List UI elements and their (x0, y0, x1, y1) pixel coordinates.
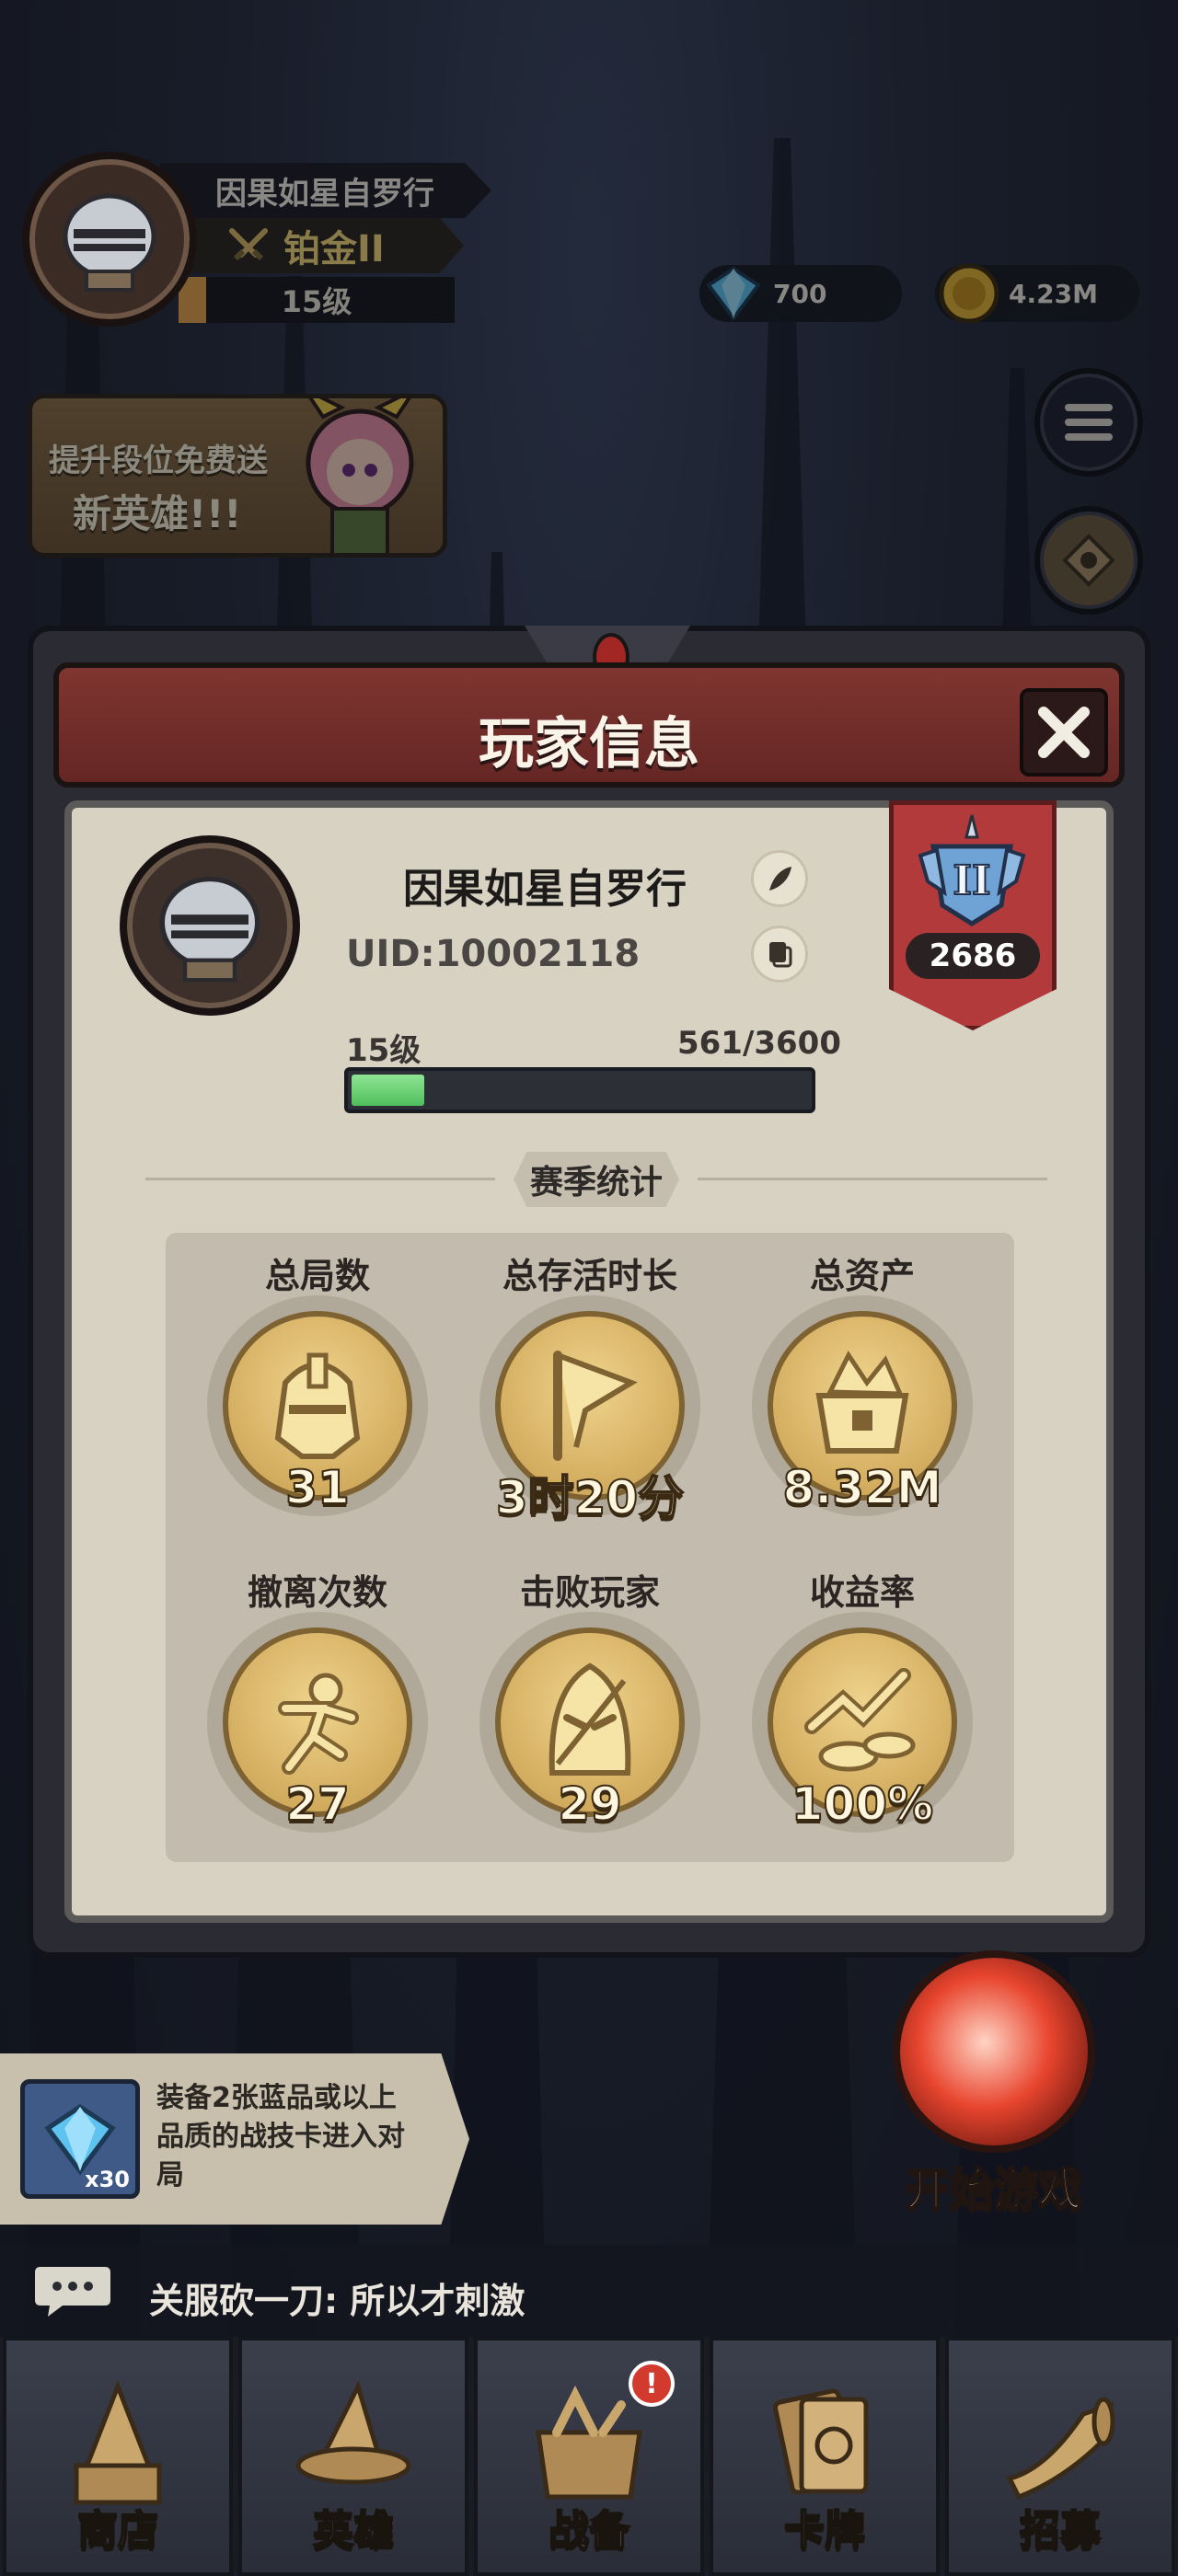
hero-hat-icon (295, 2380, 411, 2485)
nav-hero[interactable]: 英雄 (238, 2337, 468, 2576)
stat-label: 击败玩家 (519, 1572, 660, 1613)
nav-equipment[interactable]: ! 战备 (474, 2337, 704, 2576)
quest-banner[interactable]: x30 装备2张蓝品或以上品质的战技卡进入对局 (0, 2053, 469, 2225)
start-game-label: 开始游戏 (905, 2163, 1083, 2216)
rank-crest-icon: II (918, 814, 1026, 926)
close-button[interactable] (1020, 688, 1108, 776)
divider-left (145, 1178, 495, 1180)
quest-text: 装备2张蓝品或以上品质的战技卡进入对局 (156, 2082, 405, 2191)
stat-total-games: 总局数 31 (184, 1233, 451, 1546)
profile-avatar[interactable] (120, 835, 300, 1016)
horn-icon (1006, 2397, 1115, 2501)
cards-icon (772, 2388, 869, 2495)
flag-icon (553, 1351, 638, 1461)
nav-label: 卡牌 (783, 2506, 866, 2555)
feather-edit-icon (769, 867, 791, 891)
running-man-icon (278, 1673, 359, 1775)
rank-tier: II (953, 857, 990, 904)
profile-exp-text: 561/3600 (676, 1025, 841, 1062)
nav-shop[interactable]: 商店 (3, 2337, 233, 2576)
helmet-icon (274, 1352, 361, 1459)
chat-message: 关服砍一刀: 所以才刺激 (149, 2281, 525, 2321)
nav-label: 战备 (548, 2506, 630, 2555)
stat-total-assets: 总资产 8.32M (729, 1233, 996, 1546)
stat-value: 100% (791, 1777, 934, 1832)
treasure-chest-icon (815, 1351, 909, 1454)
stat-label: 总资产 (809, 1256, 915, 1296)
stat-label: 撤离次数 (247, 1572, 387, 1613)
exp-progress-fill (352, 1075, 424, 1106)
nav-label: 招募 (1019, 2506, 1102, 2555)
player-info-modal: 玩家信息 因果如星自罗行 UID:10002118 15级 561/3600 I… (28, 626, 1150, 1958)
copy-icon (769, 942, 792, 968)
nav-label: 商店 (76, 2506, 159, 2555)
demon-orb-icon (893, 1950, 1095, 2153)
profile-uid: UID:10002118 (346, 933, 641, 975)
stat-extractions: 撤离次数 27 (184, 1549, 451, 1862)
stat-value: 31 (284, 1460, 351, 1515)
nav-label: 英雄 (312, 2506, 395, 2555)
stat-profit-rate: 收益率 100% (729, 1549, 996, 1862)
stat-label: 收益率 (809, 1572, 915, 1613)
bottom-nav: 商店 英雄 ! 战备 卡牌 招募 (0, 2337, 1178, 2576)
modal-body: 因果如星自罗行 UID:10002118 15级 561/3600 II 268… (64, 800, 1114, 1923)
season-stats-header: 赛季统计 (145, 1152, 1047, 1207)
quest-reward-count: x30 (85, 2167, 130, 2192)
modal-title: 玩家信息 (479, 712, 699, 776)
divider-right (698, 1178, 1047, 1180)
stat-label: 总局数 (264, 1256, 370, 1296)
knight-helmet-icon (159, 876, 260, 983)
stat-label: 总存活时长 (502, 1256, 677, 1296)
stats-panel: 总局数 31 总存活时长 3时20分 总资产 8.32M 撤离次数 27 击败玩… (166, 1233, 1014, 1862)
chat-bar[interactable]: 关服砍一刀: 所以才刺激 (0, 2245, 1178, 2337)
modal-header: 玩家信息 (53, 662, 1125, 788)
stat-value: 29 (557, 1777, 623, 1832)
stat-value: 27 (284, 1777, 351, 1832)
knight-helmet-icon (63, 193, 156, 292)
hooded-figure-icon (549, 1662, 631, 1776)
nav-recruit[interactable]: 招募 (945, 2337, 1175, 2576)
nav-cards[interactable]: 卡牌 (710, 2337, 940, 2576)
avatar[interactable] (22, 152, 197, 327)
start-game-button[interactable]: 开始游戏 (856, 1932, 1132, 2226)
exp-progress-bar (344, 1067, 815, 1113)
edit-name-button[interactable] (751, 850, 808, 907)
stat-survival-time: 总存活时长 3时20分 (456, 1233, 723, 1546)
close-icon (1038, 707, 1090, 758)
copy-uid-button[interactable] (751, 926, 808, 983)
stat-value: 3时20分 (495, 1470, 685, 1525)
coins-growth-icon (804, 1668, 916, 1772)
rank-score: 2686 (906, 933, 1040, 979)
chat-bubble-icon (35, 2267, 110, 2317)
stat-players-defeated: 击败玩家 29 (456, 1549, 723, 1862)
profile-name: 因果如星自罗行 (403, 866, 687, 913)
quest-reward-icon: x30 (20, 2079, 140, 2199)
notification-badge: ! (629, 2361, 675, 2407)
wizard-hat-shop-icon (74, 2380, 162, 2505)
stat-value: 8.32M (781, 1460, 942, 1515)
season-title: 赛季统计 (514, 1152, 679, 1207)
profile-level: 15级 (346, 1032, 422, 1069)
